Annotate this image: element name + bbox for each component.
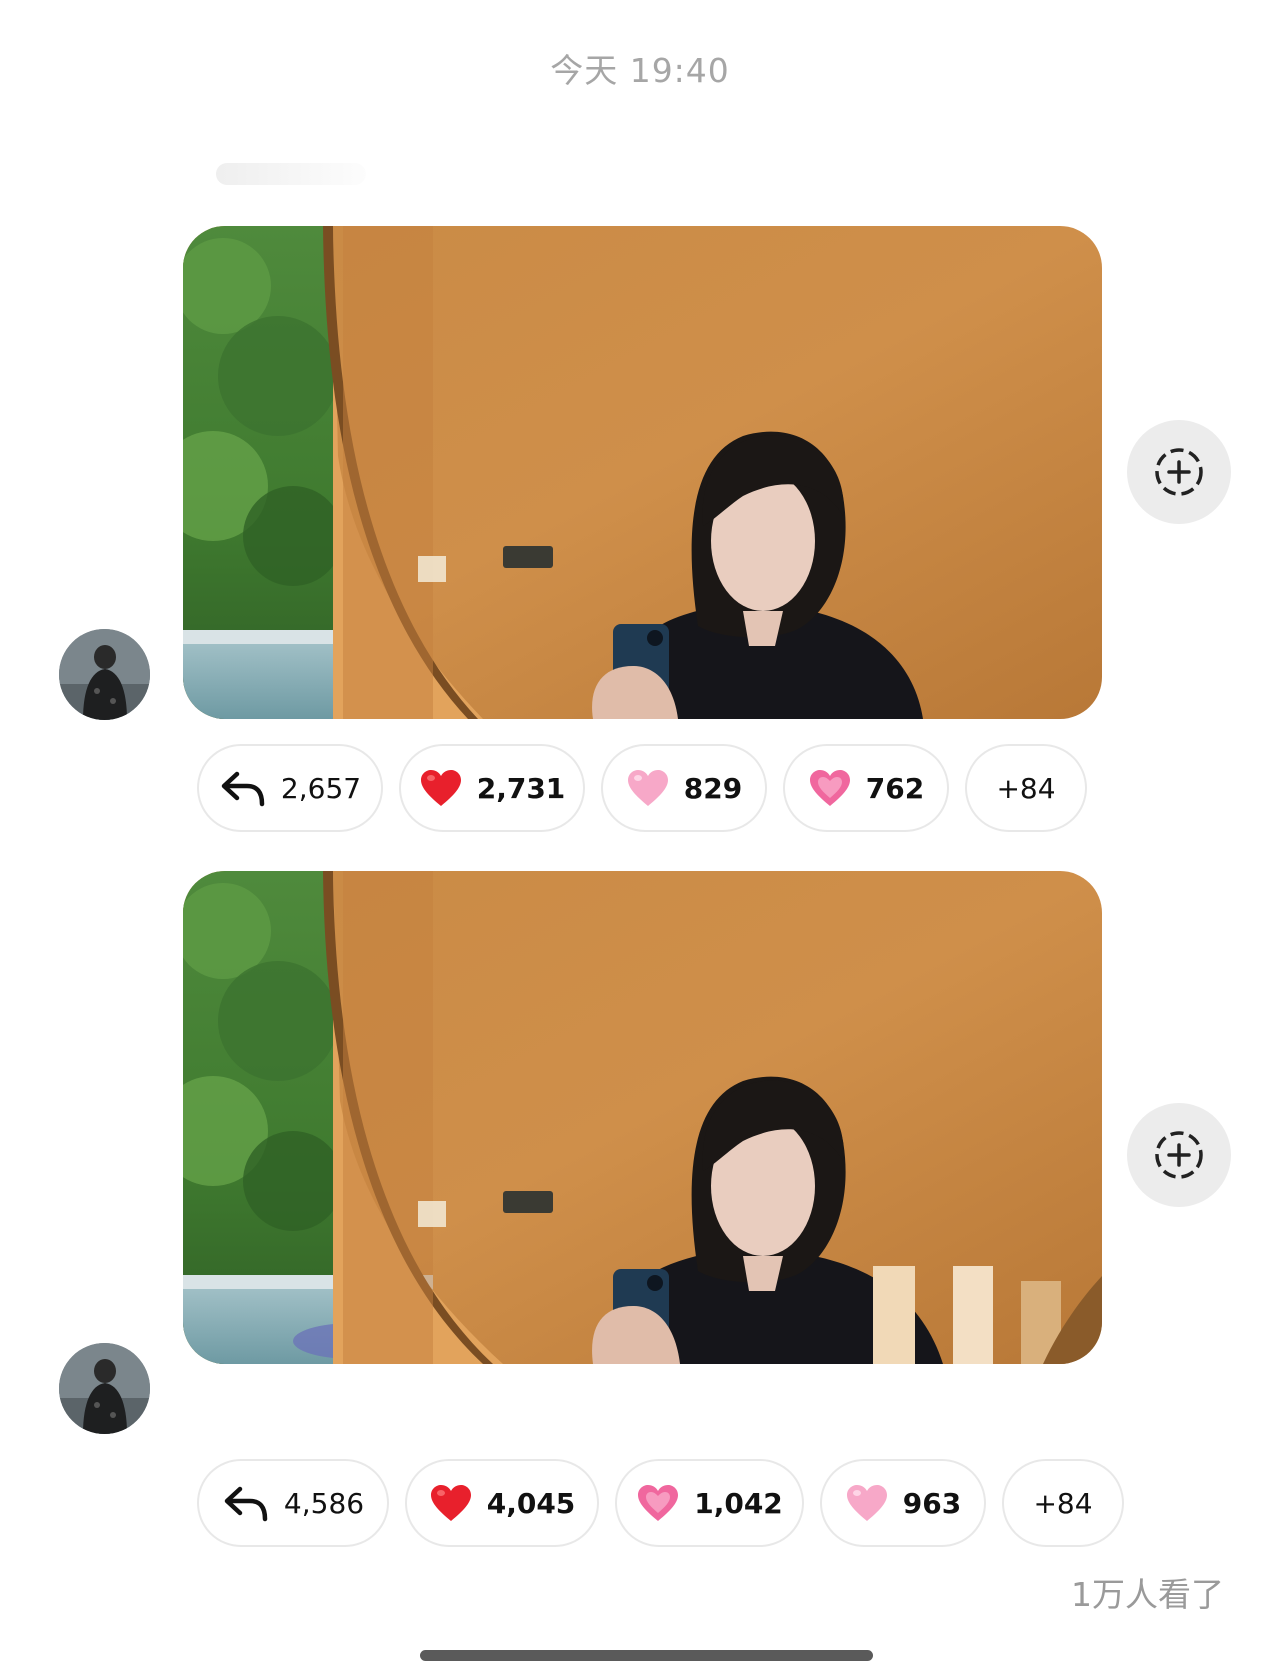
reaction-chip-pink-heart[interactable]: 963: [820, 1459, 986, 1547]
more-reactions-chip[interactable]: +84: [1002, 1459, 1124, 1547]
reply-reaction-chip[interactable]: 4,586: [197, 1459, 389, 1547]
reaction-bar: 4,586 4,045 1,042 963 +84: [197, 1459, 1124, 1547]
more-reactions-count: +84: [996, 771, 1056, 805]
message-timestamp: 今天 19:40: [550, 51, 730, 90]
more-reactions-count: +84: [1033, 1486, 1093, 1520]
more-reactions-chip[interactable]: +84: [965, 744, 1087, 832]
add-reaction-button[interactable]: [1127, 420, 1231, 524]
pink-heart-icon: [845, 1483, 889, 1523]
reaction-chip-red-heart[interactable]: 4,045: [405, 1459, 599, 1547]
home-indicator[interactable]: [420, 1650, 873, 1661]
sender-name-blurred: [216, 163, 366, 185]
reaction-count: 829: [683, 771, 743, 805]
sender-avatar[interactable]: [59, 629, 150, 720]
reaction-chip-pink-heart[interactable]: 829: [601, 744, 767, 832]
add-reaction-button[interactable]: [1127, 1103, 1231, 1207]
reaction-chip-growing-heart[interactable]: 1,042: [615, 1459, 804, 1547]
sender-avatar[interactable]: [59, 1343, 150, 1434]
reply-reaction-chip[interactable]: 2,657: [197, 744, 383, 832]
reaction-count: 2,657: [280, 771, 362, 805]
reaction-chip-red-heart[interactable]: 2,731: [399, 744, 585, 832]
reaction-count: 1,042: [694, 1486, 783, 1520]
reply-arrow-icon: [219, 768, 267, 808]
reply-arrow-icon: [222, 1483, 270, 1523]
message-photo[interactable]: [183, 871, 1102, 1364]
pink-heart-icon: [626, 768, 670, 808]
reaction-count: 2,731: [476, 771, 566, 805]
red-heart-icon: [419, 768, 463, 808]
view-count: 1万人看了: [1071, 1575, 1224, 1614]
reaction-chip-growing-heart[interactable]: 762: [783, 744, 949, 832]
growing-heart-icon: [636, 1483, 680, 1523]
growing-heart-icon: [808, 768, 852, 808]
reaction-count: 762: [865, 771, 925, 805]
red-heart-icon: [429, 1483, 473, 1523]
add-reaction-icon: [1155, 448, 1203, 496]
reaction-bar: 2,657 2,731 829 762 +84: [197, 744, 1087, 832]
reaction-count: 963: [902, 1486, 962, 1520]
message-photo[interactable]: [183, 226, 1102, 719]
reaction-count: 4,045: [486, 1486, 576, 1520]
add-reaction-icon: [1155, 1131, 1203, 1179]
reaction-count: 4,586: [283, 1486, 365, 1520]
